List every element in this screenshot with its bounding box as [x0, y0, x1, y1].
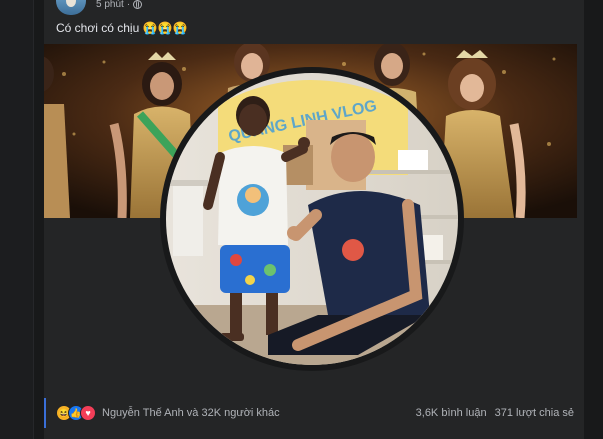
shares-count[interactable]: 371 lượt chia sẻ — [495, 407, 574, 419]
comments-count[interactable]: 3,6K bình luận — [416, 407, 487, 419]
page: 5 phút · Có chơi có chịu 😭😭😭 QUANG LINH … — [0, 0, 603, 439]
right-strip — [584, 0, 603, 439]
dot-separator: · — [126, 0, 131, 10]
reactors-summary[interactable]: Nguyễn Thế Anh và 32K người khác — [102, 407, 280, 419]
left-rail — [0, 0, 34, 439]
globe-icon[interactable] — [133, 0, 143, 9]
circle-photo-overlay[interactable]: QUANG LINH VLOG — [158, 65, 466, 373]
love-icon: ♥ — [80, 405, 96, 421]
circle-photo: QUANG LINH VLOG — [160, 67, 464, 371]
engagement-counts: 3,6K bình luận 371 lượt chia sẻ — [416, 407, 574, 419]
post-caption: Có chơi có chịu 😭😭😭 — [56, 21, 188, 35]
reaction-icons[interactable]: 😆 👍 ♥ — [56, 405, 96, 421]
post-meta: 5 phút · — [96, 0, 143, 10]
post-card: 5 phút · Có chơi có chịu 😭😭😭 QUANG LINH … — [44, 0, 584, 439]
avatar[interactable] — [56, 0, 86, 15]
reactions-bar: 😆 👍 ♥ Nguyễn Thế Anh và 32K người khác 3… — [44, 398, 584, 428]
post-time[interactable]: 5 phút — [96, 0, 124, 10]
post-header: 5 phút · — [56, 0, 143, 15]
